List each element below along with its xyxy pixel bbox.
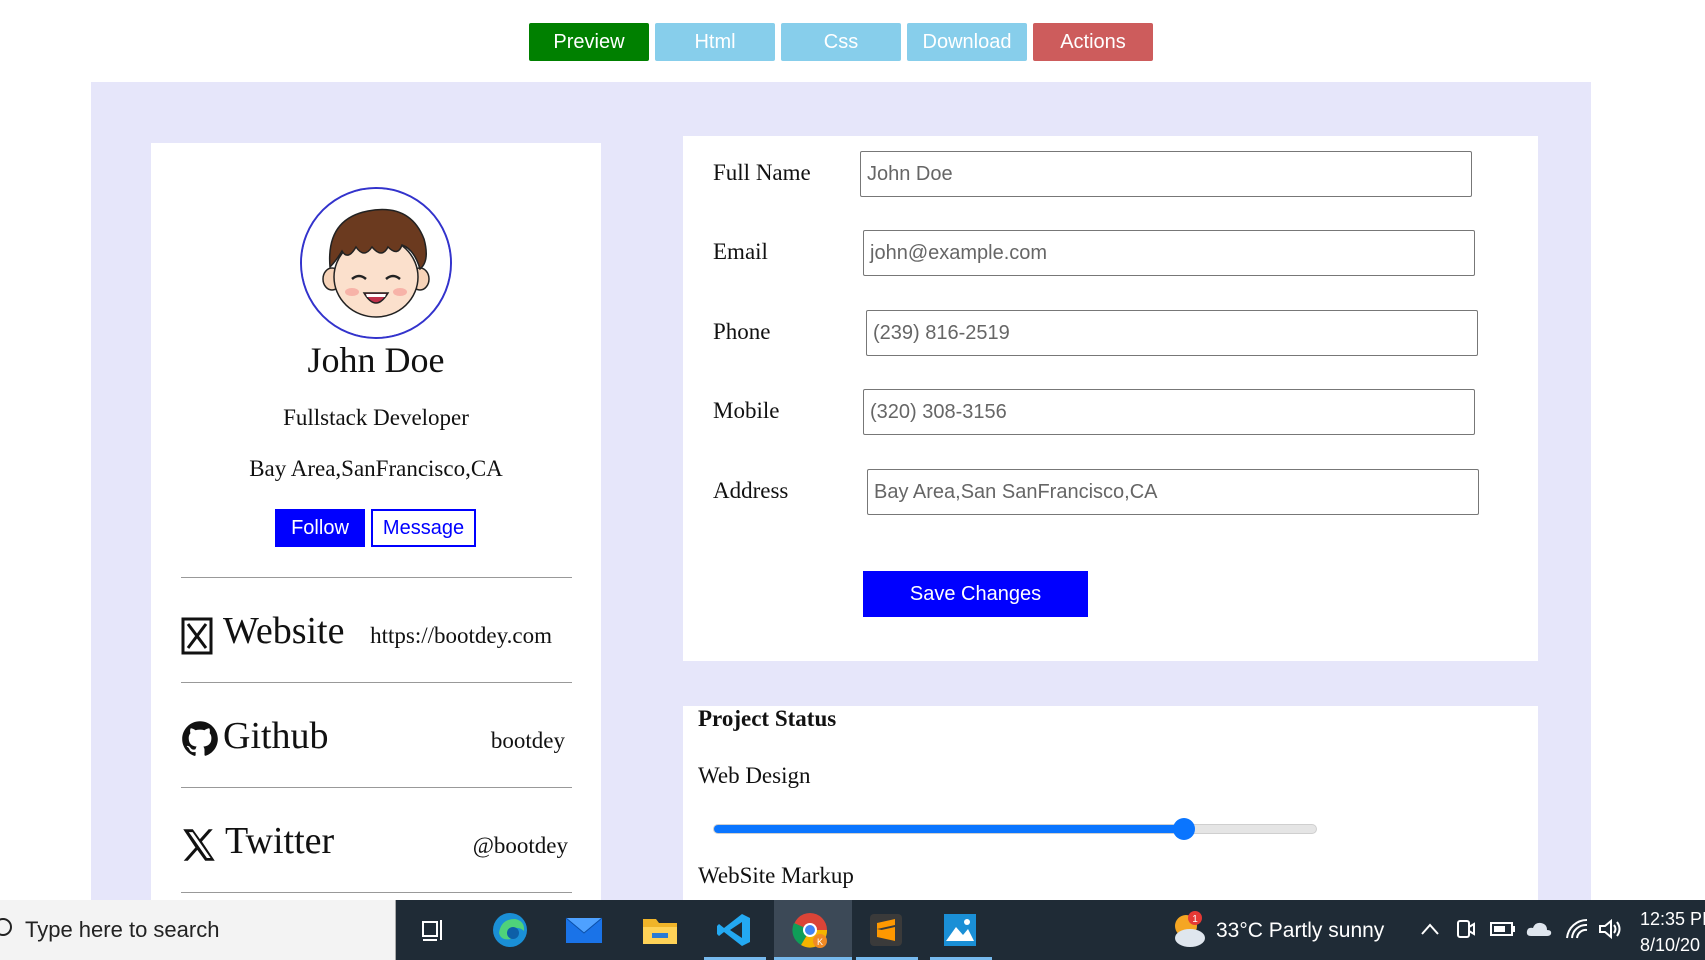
profile-form-card: Full Name John Doe Email john@example.co… <box>683 136 1538 661</box>
actions-button[interactable]: Actions <box>1033 23 1153 61</box>
chrome-icon[interactable]: K <box>790 910 830 950</box>
avatar-illustration <box>302 189 450 337</box>
mail-icon[interactable] <box>564 910 604 950</box>
social-row-website[interactable]: Website https://bootdey.com <box>181 607 572 667</box>
divider <box>181 682 572 683</box>
website-icon <box>181 617 213 655</box>
address-input[interactable]: Bay Area,San SanFrancisco,CA <box>867 469 1479 515</box>
full-name-label: Full Name <box>713 160 811 185</box>
follow-button[interactable]: Follow <box>275 509 365 547</box>
divider <box>181 577 572 578</box>
website-label: Website <box>223 610 345 652</box>
download-button[interactable]: Download <box>907 23 1027 61</box>
css-button[interactable]: Css <box>781 23 901 61</box>
phone-input[interactable]: (239) 816-2519 <box>866 310 1478 356</box>
svg-text:K: K <box>817 937 823 947</box>
task-view-icon[interactable] <box>414 910 454 950</box>
social-row-github[interactable]: Github bootdey <box>181 712 572 772</box>
github-icon <box>182 721 218 756</box>
weather-badge: 1 <box>1192 914 1198 925</box>
weather-widget[interactable]: 1 33°C Partly sunny <box>1168 910 1384 950</box>
chevron-up-icon[interactable] <box>1420 922 1440 936</box>
divider <box>181 787 572 788</box>
partly-sunny-icon: 1 <box>1175 911 1205 947</box>
search-placeholder: Type here to search <box>25 917 220 942</box>
preview-button[interactable]: Preview <box>529 23 649 61</box>
twitter-label: Twitter <box>225 820 335 862</box>
full-name-input[interactable]: John Doe <box>860 151 1472 197</box>
html-button[interactable]: Html <box>655 23 775 61</box>
project-status-title: Project Status <box>698 706 837 731</box>
divider <box>181 892 572 893</box>
website-markup-label: WebSite Markup <box>698 863 854 888</box>
taskbar: Type here to search K 1 33°C Partly sunn… <box>0 900 1705 960</box>
photos-icon[interactable] <box>940 910 980 950</box>
edge-browser-icon[interactable] <box>490 910 530 950</box>
wifi-icon[interactable] <box>1565 918 1589 940</box>
slider-thumb[interactable] <box>1172 818 1195 840</box>
search-icon <box>0 918 12 936</box>
github-label: Github <box>223 715 329 757</box>
vscode-icon[interactable] <box>714 910 754 950</box>
message-button[interactable]: Message <box>371 509 476 547</box>
project-status-card: Project Status Web Design WebSite Markup <box>683 706 1538 900</box>
social-row-twitter[interactable]: Twitter @bootdey <box>181 817 572 877</box>
mobile-label: Mobile <box>713 398 780 423</box>
clock[interactable]: 12:35 PI 8/10/20 <box>1640 906 1705 958</box>
web-design-label: Web Design <box>698 763 811 788</box>
clock-time: 12:35 PI <box>1640 909 1705 929</box>
meet-now-icon[interactable] <box>1455 918 1475 940</box>
file-explorer-icon[interactable] <box>640 910 680 950</box>
taskbar-search[interactable]: Type here to search <box>0 900 396 960</box>
avatar <box>300 187 452 339</box>
address-label: Address <box>713 478 789 503</box>
sublime-text-icon[interactable] <box>866 910 906 950</box>
mobile-input[interactable]: (320) 308-3156 <box>863 389 1475 435</box>
slider-fill <box>714 825 1184 833</box>
email-input[interactable]: john@example.com <box>863 230 1475 276</box>
profile-card: John Doe Fullstack Developer Bay Area,Sa… <box>151 143 601 900</box>
profile-name: John Doe <box>307 340 445 380</box>
github-value[interactable]: bootdey <box>491 728 565 754</box>
web-design-slider[interactable] <box>713 818 1317 840</box>
weather-text: 33°C Partly sunny <box>1216 919 1385 942</box>
twitter-value[interactable]: @bootdey <box>473 833 568 859</box>
profile-role: Fullstack Developer <box>283 405 469 430</box>
phone-label: Phone <box>713 319 771 344</box>
website-value[interactable]: https://bootdey.com <box>370 623 552 649</box>
save-changes-button[interactable]: Save Changes <box>863 571 1088 617</box>
x-twitter-icon <box>183 829 215 861</box>
profile-location: Bay Area,SanFrancisco,CA <box>249 456 503 481</box>
onedrive-icon[interactable] <box>1525 918 1553 940</box>
volume-icon[interactable] <box>1598 918 1622 940</box>
clock-date: 8/10/20 <box>1640 935 1701 955</box>
battery-icon[interactable] <box>1490 922 1516 936</box>
email-label: Email <box>713 239 768 264</box>
